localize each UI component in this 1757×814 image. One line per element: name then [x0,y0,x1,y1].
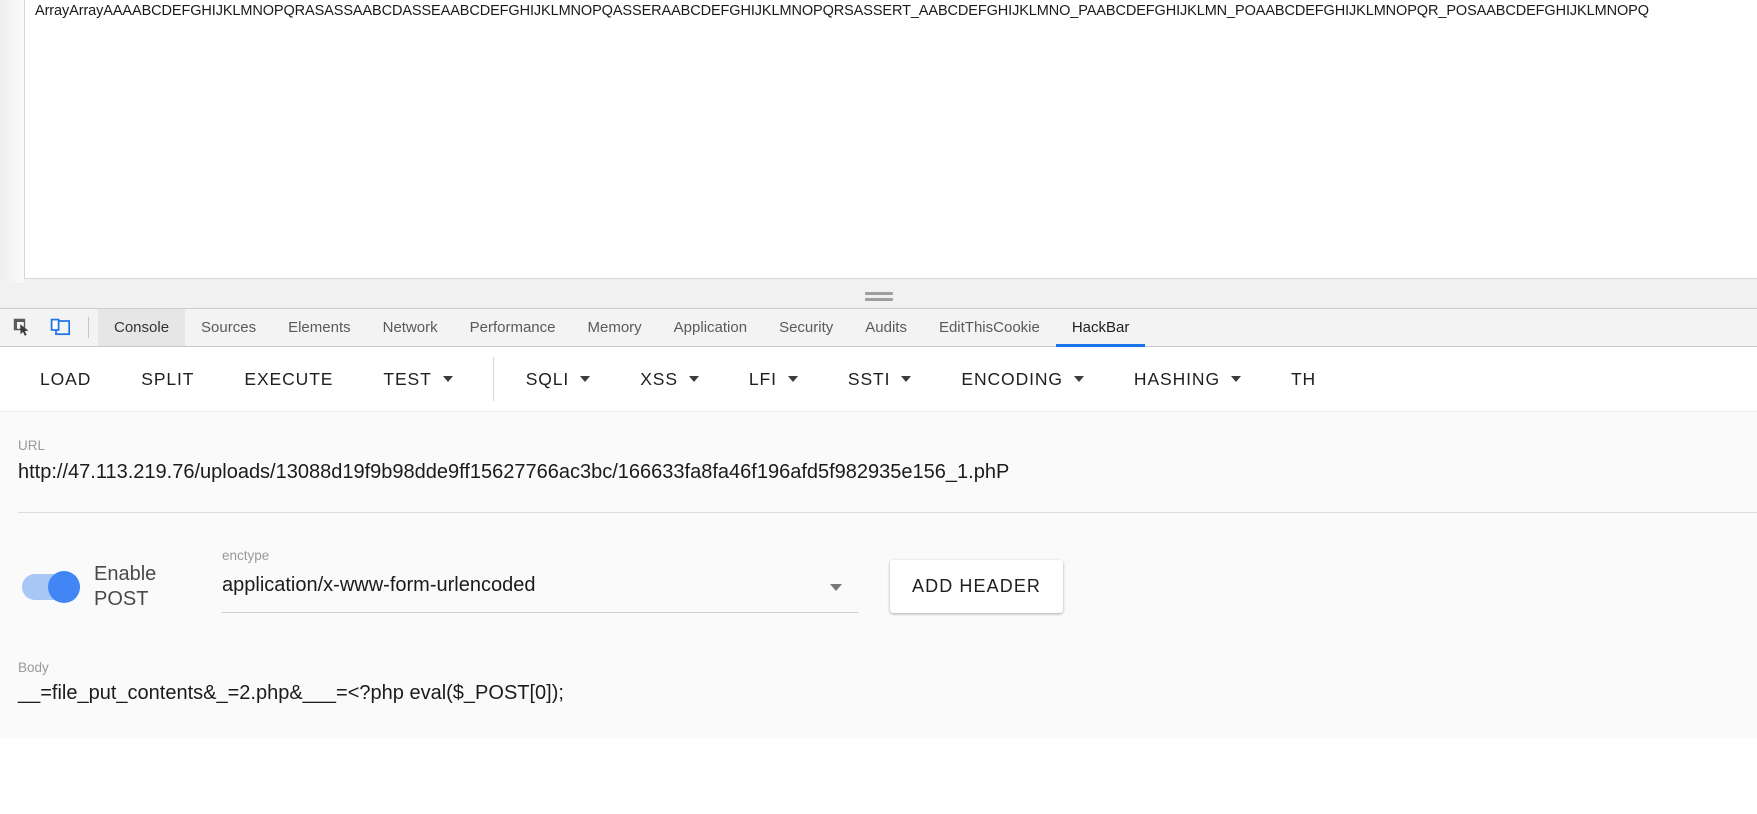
tabbar-divider [88,317,89,338]
hackbar-overflow-label: TH [1290,368,1317,389]
page-output-text: ArrayArrayAAAABCDEFGHIJKLMNOPQRASASSAABC… [35,3,1649,19]
hackbar-xss-label: XSS [640,368,678,389]
chevron-down-icon [901,376,912,382]
tab-network[interactable]: Network [367,309,454,346]
tab-performance[interactable]: Performance [454,309,572,346]
hackbar-hashing-label: HASHING [1133,368,1220,389]
hackbar-ssti-menu[interactable]: SSTI [838,363,922,396]
tab-sources[interactable]: Sources [185,309,272,346]
hackbar-split-label: SPLIT [141,368,195,389]
toggle-knob [48,570,80,603]
hackbar-post-row: Enable POST enctype application/x-www-fo… [0,525,1757,648]
tab-application[interactable]: Application [658,309,763,346]
devtools-resize-grip[interactable] [864,292,893,301]
hackbar-hashing-menu[interactable]: HASHING [1124,363,1251,396]
enctype-label: enctype [222,547,270,563]
hackbar-url-field[interactable]: URL http://47.113.219.76/uploads/13088d1… [0,412,1757,525]
body-label: Body [18,660,49,675]
hackbar-execute-label: EXECUTE [244,368,334,389]
hackbar-sqli-menu[interactable]: SQLI [516,363,600,396]
enctype-select[interactable]: enctype application/x-www-form-urlencode… [222,548,858,626]
hackbar-lfi-label: LFI [748,368,777,389]
add-header-button[interactable]: ADD HEADER [890,560,1064,613]
url-field-underline [18,512,1757,513]
enctype-underline [222,611,858,613]
url-label: URL [18,438,46,453]
inspect-element-icon[interactable] [3,309,41,346]
hackbar-encoding-label: ENCODING [961,368,1063,389]
toggle-track [22,570,80,603]
chevron-down-icon [688,376,699,382]
hackbar-overflow-menu[interactable]: TH [1281,363,1326,396]
tab-audits[interactable]: Audits [849,309,923,346]
chevron-down-icon [1230,376,1241,382]
hackbar-load-button[interactable]: LOAD [30,363,101,396]
chevron-down-icon [1073,376,1084,382]
hackbar-test-label: TEST [383,368,432,389]
chevron-down-icon [442,376,453,382]
hackbar-test-menu[interactable]: TEST [373,363,462,396]
body-input[interactable]: __=file_put_contents&_=2.php&___=<?php e… [18,682,1739,705]
url-input[interactable]: http://47.113.219.76/uploads/13088d19f9b… [18,461,1739,484]
toolbar-divider [492,357,494,401]
hackbar-panel: LOAD SPLIT EXECUTE TEST SQLI XSS LFI SST… [0,347,1757,814]
hackbar-split-button[interactable]: SPLIT [131,363,204,396]
grip-line [864,292,893,295]
page-left-gutter [0,0,24,283]
hackbar-load-label: LOAD [40,368,92,389]
hackbar-body-field[interactable]: Body __=file_put_contents&_=2.php&___=<?… [0,648,1757,738]
device-toolbar-icon[interactable] [41,309,79,346]
enable-post-label: Enable POST [94,562,157,610]
page-viewport: ArrayArrayAAAABCDEFGHIJKLMNOPQRASASSAABC… [24,0,1757,279]
hackbar-encoding-menu[interactable]: ENCODING [951,363,1094,396]
devtools-tabbar: Console Sources Elements Network Perform… [0,309,1757,347]
tab-editthiscookie[interactable]: EditThisCookie [923,309,1056,346]
hackbar-execute-button[interactable]: EXECUTE [234,363,343,396]
browser-page-area: ArrayArrayAAAABCDEFGHIJKLMNOPQRASASSAABC… [0,0,1757,283]
hackbar-xss-menu[interactable]: XSS [630,363,709,396]
chevron-down-icon [787,376,798,382]
chevron-down-icon [580,376,591,382]
tab-console[interactable]: Console [98,309,186,346]
hackbar-sqli-label: SQLI [525,368,570,389]
hackbar-ssti-label: SSTI [847,368,891,389]
chevron-down-icon[interactable] [830,583,842,591]
tab-security[interactable]: Security [763,309,849,346]
devtools-resize-strip[interactable] [0,283,1757,309]
enable-post-toggle[interactable]: Enable POST [22,562,200,612]
hackbar-lfi-menu[interactable]: LFI [739,363,808,396]
tab-hackbar[interactable]: HackBar [1055,309,1146,347]
grip-line [864,298,893,301]
tab-elements[interactable]: Elements [272,309,367,346]
enctype-value: application/x-www-form-urlencoded [222,573,536,596]
tab-memory[interactable]: Memory [572,309,658,346]
hackbar-toolbar: LOAD SPLIT EXECUTE TEST SQLI XSS LFI SST… [0,347,1757,412]
